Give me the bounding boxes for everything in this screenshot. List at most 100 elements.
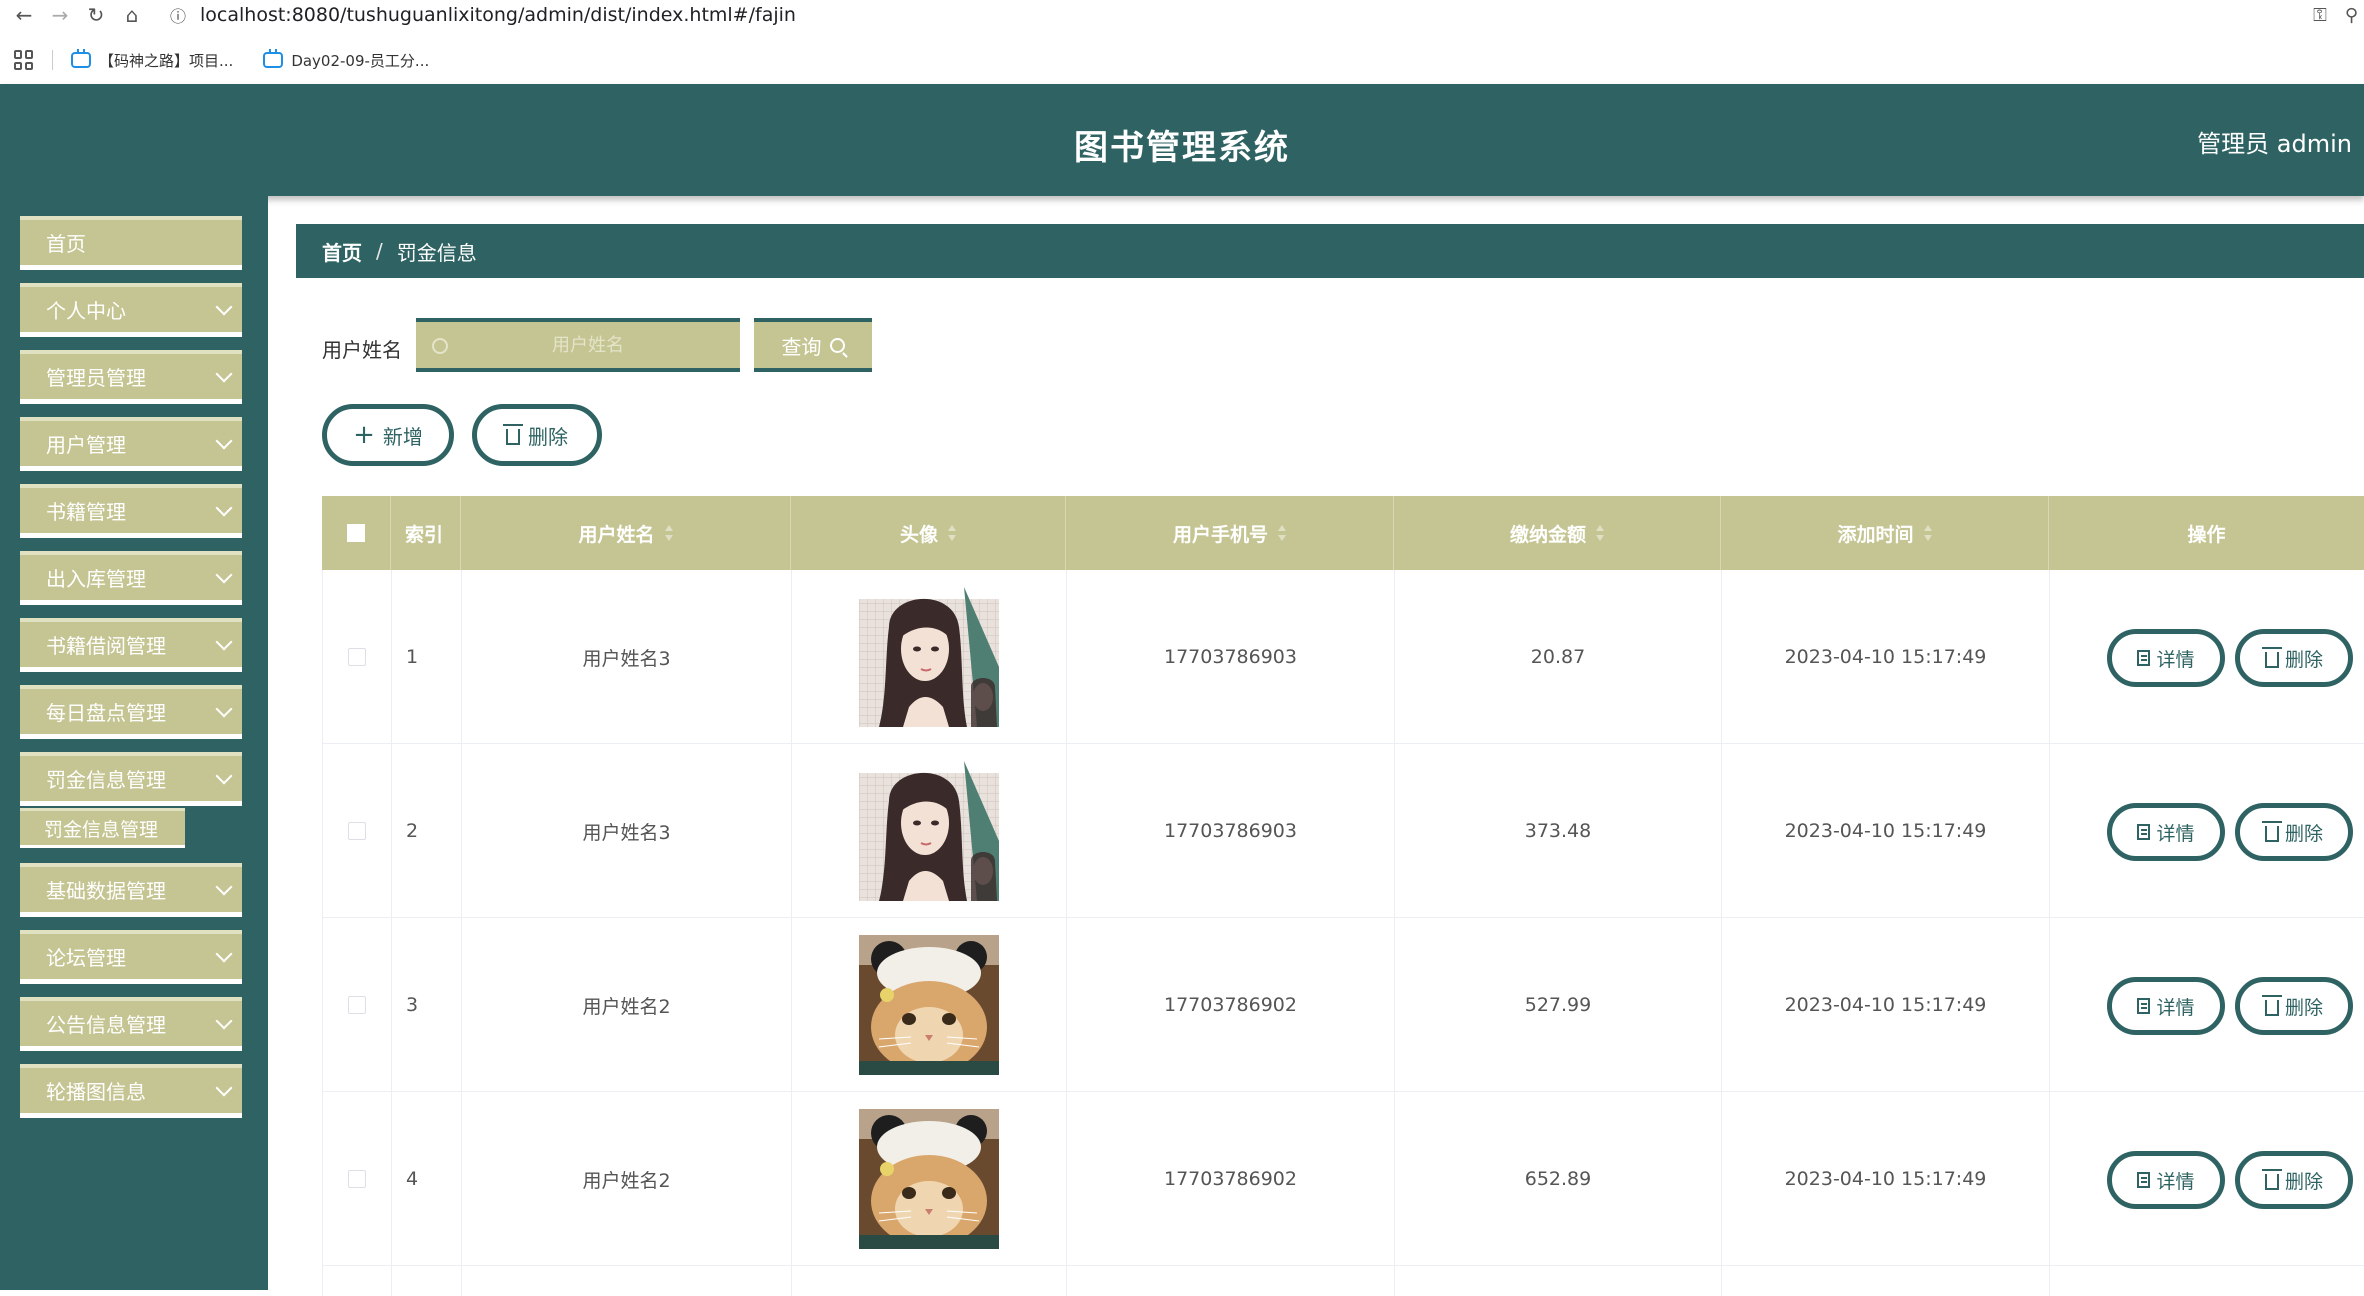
amount-cell: 373.48: [1395, 744, 1722, 918]
sidebar-item-daily-check-management[interactable]: 每日盘点管理: [20, 685, 242, 739]
avatar-image[interactable]: [859, 935, 999, 1075]
sidebar-item-user-management[interactable]: 用户管理: [20, 417, 242, 471]
sidebar-item-basic-data-management[interactable]: 基础数据管理: [20, 863, 242, 917]
row-checkbox[interactable]: [348, 996, 366, 1014]
query-button[interactable]: 查询: [754, 318, 872, 372]
sidebar-item-label: 用户管理: [46, 433, 126, 457]
address-bar: ← → ↻ ⌂ ⓘ localhost:8080/tushuguanlixito…: [0, 0, 2364, 30]
sidebar-item-fine-management[interactable]: 罚金信息管理: [20, 752, 242, 806]
search-input[interactable]: [416, 318, 740, 372]
reload-icon[interactable]: ↻: [78, 0, 114, 30]
table-row: 1 用户姓名3 17703786903 20.87 2023-04-10 15:…: [322, 570, 2364, 744]
column-header-label: 添加时间: [1837, 523, 1914, 546]
row-delete-button[interactable]: 删除: [2235, 1151, 2353, 1209]
time-cell: 2023-04-10 15:17:49: [1722, 1092, 2050, 1266]
sidebar-item-label: 轮播图信息: [46, 1080, 146, 1104]
sidebar-item-label: 罚金信息管理: [46, 768, 166, 792]
phone-cell: [1067, 1266, 1395, 1296]
back-icon[interactable]: ←: [6, 0, 42, 30]
bookmark-item[interactable]: 【码神之路】项目...: [71, 49, 233, 71]
chevron-down-icon: [215, 365, 233, 383]
chevron-down-icon: [215, 1079, 233, 1097]
key-icon[interactable]: ⚿: [2313, 5, 2327, 26]
phone-cell: 17703786902: [1067, 1092, 1395, 1266]
forward-icon[interactable]: →: [42, 0, 78, 30]
phone-cell: 17703786903: [1067, 570, 1395, 744]
column-header-label: 缴纳金额: [1509, 523, 1586, 546]
column-header-time[interactable]: 添加时间: [1721, 496, 2049, 570]
sidebar-item-inventory-management[interactable]: 出入库管理: [20, 551, 242, 605]
sidebar-item-label: 基础数据管理: [46, 879, 166, 903]
table-row: 3 用户姓名2 17703786902 527.99 2023-04-10 15…: [322, 918, 2364, 1092]
apps-icon[interactable]: [14, 50, 34, 70]
add-button-label: 新增: [382, 424, 423, 449]
sort-icon[interactable]: [664, 525, 673, 541]
table-header: 索引 用户姓名 头像 用户手机号 缴纳金额 添加时间 操作: [322, 496, 2364, 570]
column-header-name[interactable]: 用户姓名: [461, 496, 791, 570]
row-checkbox[interactable]: [348, 822, 366, 840]
avatar-image[interactable]: [859, 1109, 999, 1249]
document-icon: [2137, 824, 2151, 840]
phone-cell: 17703786903: [1067, 744, 1395, 918]
sidebar-item-personal-center[interactable]: 个人中心: [20, 283, 242, 337]
row-select-cell: [323, 570, 392, 744]
search-label: 用户姓名: [322, 338, 402, 362]
bookmark-item[interactable]: Day02-09-员工分...: [263, 49, 430, 71]
sidebar-item-forum-management[interactable]: 论坛管理: [20, 930, 242, 984]
detail-button[interactable]: 详情: [2107, 803, 2225, 861]
sidebar-item-label: 个人中心: [46, 299, 126, 323]
trash-icon: [2261, 821, 2282, 842]
site-info-icon[interactable]: ⓘ: [164, 3, 192, 27]
sidebar-item-carousel-info[interactable]: 轮播图信息: [20, 1064, 242, 1118]
amount-cell: 20.87: [1395, 570, 1722, 744]
row-checkbox[interactable]: [348, 1170, 366, 1188]
batch-delete-button[interactable]: 删除: [472, 404, 602, 466]
row-checkbox[interactable]: [348, 648, 366, 666]
app-title: 图书管理系统: [1074, 128, 1290, 168]
sidebar-item-label: 首页: [46, 232, 86, 256]
zoom-icon[interactable]: ⚲: [2345, 5, 2358, 26]
sort-icon[interactable]: [1596, 525, 1604, 541]
sidebar-item-book-management[interactable]: 书籍管理: [20, 484, 242, 538]
detail-button[interactable]: 详情: [2107, 1151, 2225, 1209]
sort-icon[interactable]: [948, 525, 956, 541]
column-header-amount[interactable]: 缴纳金额: [1394, 496, 1721, 570]
app-header: 图书管理系统 管理员 admin: [0, 84, 2364, 196]
sidebar-item-notice-management[interactable]: 公告信息管理: [20, 997, 242, 1051]
bookmark-label: Day02-09-员工分...: [291, 51, 430, 70]
detail-button[interactable]: 详情: [2107, 629, 2225, 687]
column-header-phone[interactable]: 用户手机号: [1066, 496, 1394, 570]
name-cell: 用户姓名2: [462, 1092, 792, 1266]
delete-button-label: 删除: [2284, 1170, 2323, 1193]
row-delete-button[interactable]: 删除: [2235, 629, 2353, 687]
column-header-ops: 操作: [2049, 496, 2364, 570]
sort-icon[interactable]: [1923, 525, 1932, 541]
sidebar-subitem-label: 罚金信息管理: [44, 818, 159, 841]
detail-button[interactable]: 详情: [2107, 977, 2225, 1035]
add-button[interactable]: + 新增: [322, 404, 454, 466]
breadcrumb-home[interactable]: 首页: [322, 237, 362, 266]
index-cell: 1: [392, 570, 462, 744]
sidebar-item-admin-management[interactable]: 管理员管理: [20, 350, 242, 404]
sidebar-item-borrow-management[interactable]: 书籍借阅管理: [20, 618, 242, 672]
bookmarks-bar: 【码神之路】项目... Day02-09-员工分...: [0, 42, 2364, 78]
home-icon[interactable]: ⌂: [114, 0, 150, 30]
avatar-image[interactable]: [859, 761, 999, 901]
sidebar-subitem-fine-info[interactable]: 罚金信息管理: [20, 808, 185, 848]
bilibili-icon: [71, 49, 91, 68]
sort-icon[interactable]: [1278, 525, 1286, 541]
avatar-image[interactable]: [859, 587, 999, 727]
user-info[interactable]: 管理员 admin: [2197, 124, 2352, 159]
sidebar-item-home[interactable]: 首页: [20, 216, 242, 270]
select-all-checkbox[interactable]: [347, 524, 365, 542]
chevron-down-icon: [215, 1012, 233, 1030]
avatar-cell: [792, 1092, 1067, 1266]
ops-cell: 详情 删除: [2050, 744, 2364, 918]
sidebar-item-label: 管理员管理: [46, 366, 146, 390]
url-field[interactable]: localhost:8080/tushuguanlixitong/admin/d…: [200, 4, 796, 26]
column-header-avatar[interactable]: 头像: [791, 496, 1066, 570]
row-delete-button[interactable]: 删除: [2235, 803, 2353, 861]
row-delete-button[interactable]: 删除: [2235, 977, 2353, 1035]
document-icon: [2137, 650, 2151, 666]
column-header-label: 操作: [2187, 523, 2226, 546]
